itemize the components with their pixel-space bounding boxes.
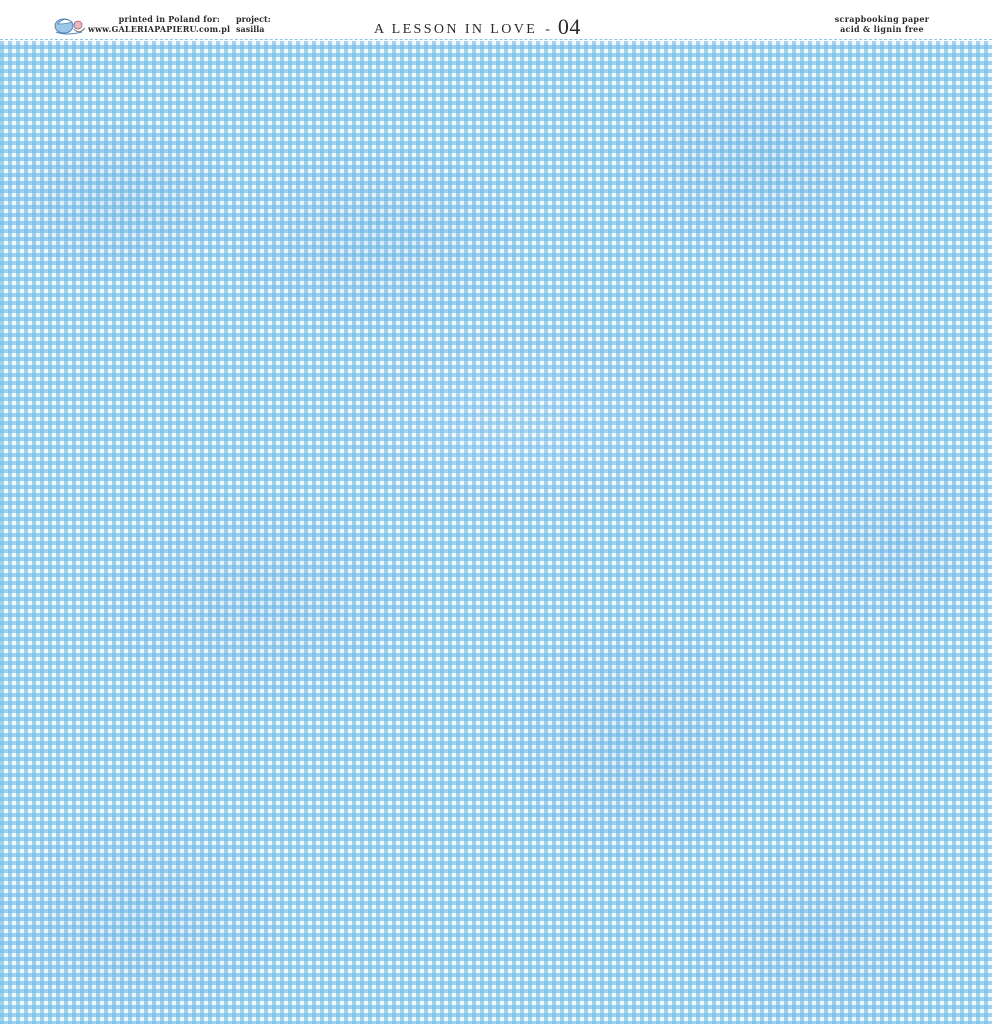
- print-header: printed in Poland for: www.GALERIAPAPIER…: [0, 0, 992, 40]
- paper-quality: acid & lignin free: [840, 24, 924, 34]
- paper-type: scrapbooking paper: [834, 14, 930, 24]
- collection-name: A LESSON IN LOVE: [374, 22, 538, 37]
- collection-title: A LESSON IN LOVE -04: [374, 14, 581, 40]
- cut-line-divider: [0, 39, 992, 40]
- printed-for-text: printed in Poland for: www.GALERIAPAPIER…: [88, 14, 231, 34]
- project-label: project:: [236, 14, 271, 24]
- printed-in-label: printed in Poland for:: [118, 14, 220, 24]
- project-info: project: sasilla: [236, 14, 271, 34]
- publisher-website: www.GALERIAPAPIERU.com.pl: [88, 24, 231, 34]
- project-name: sasilla: [236, 24, 265, 34]
- scrapbook-paper-page: printed in Poland for: www.GALERIAPAPIER…: [0, 0, 992, 1024]
- title-separator: -: [545, 22, 550, 37]
- sheet-number: 04: [557, 14, 581, 39]
- galeria-papieru-logo-icon: [54, 18, 86, 35]
- gingham-pattern: [0, 41, 992, 1024]
- paper-info: scrapbooking paper acid & lignin free: [812, 14, 952, 34]
